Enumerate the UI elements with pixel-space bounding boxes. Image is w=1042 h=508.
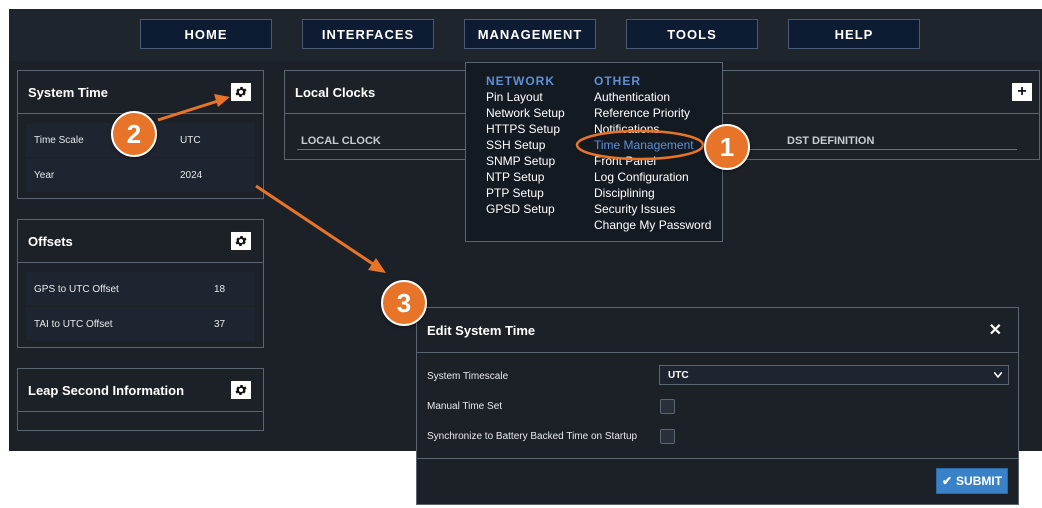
annotation-overlay <box>157 94 705 273</box>
arrow-3-head <box>368 258 386 273</box>
time-management-highlight <box>575 129 705 161</box>
callout-2: 2 <box>111 111 157 157</box>
arrow-3-line <box>255 184 374 266</box>
callout-1: 1 <box>704 124 750 170</box>
callout-3: 3 <box>381 280 427 326</box>
arrow-2-head <box>214 94 230 107</box>
arrow-2-line <box>157 99 219 122</box>
